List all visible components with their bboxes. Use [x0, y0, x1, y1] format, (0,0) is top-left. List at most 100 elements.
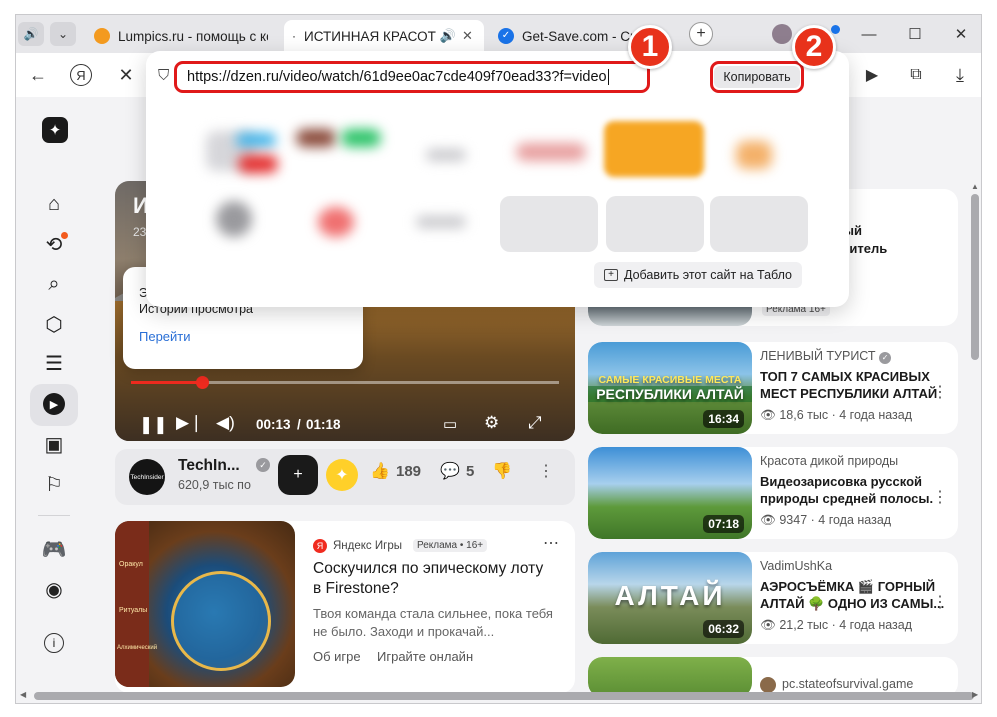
video-nav-icon[interactable]: ▶	[43, 393, 65, 415]
ad-desc: Твоя команда стала сильнее, пока тебя не…	[313, 606, 553, 639]
copy-button[interactable]: Копировать	[714, 66, 800, 88]
like-icon[interactable]: 👍	[370, 461, 390, 481]
ad-badge: Реклама • 16+	[413, 539, 488, 552]
rec-title[interactable]: АЭРОСЪЁМКА 🎬 ГОРНЫЙ АЛТАЙ 🌳 ОДНО ИЗ САМЫ…	[760, 578, 958, 612]
vertical-scrollbar[interactable]	[971, 194, 979, 360]
info-icon[interactable]: i	[44, 633, 64, 653]
url-text[interactable]: https://dzen.ru/video/watch/61d9ee0ac7cd…	[187, 69, 607, 85]
yandex-logo-icon[interactable]: Я	[70, 64, 92, 86]
subscriptions-dot	[61, 232, 68, 239]
speaker-icon[interactable]: 🔊	[440, 28, 456, 44]
rec-channel: ЛЕНИВЫЙ ТУРИСТ ✓	[760, 349, 892, 364]
step-badge-1: 1	[628, 25, 672, 69]
rec-card[interactable]: САМЫЕ КРАСИВЫЕ МЕСТА РЕСПУБЛИКИ АЛТАЙ 16…	[588, 342, 958, 434]
scroll-up-icon[interactable]: ▲	[971, 182, 979, 191]
settings-gear-icon[interactable]: ⚙	[484, 413, 499, 433]
home-icon[interactable]: ⌂	[42, 192, 66, 216]
dzen-logo-icon[interactable]: ✦	[42, 117, 68, 143]
rec-title[interactable]: ТОП 7 САМЫХ КРАСИВЫХ МЕСТ РЕСПУБЛИКИ АЛТ…	[760, 368, 958, 402]
shield-icon[interactable]: ⛉	[158, 67, 169, 84]
new-tab-plus-icon[interactable]: +	[689, 22, 713, 46]
yandex-games-icon: Я	[313, 539, 327, 553]
rec-card[interactable]: 07:18 Красота дикой природы Видеозарисов…	[588, 447, 958, 539]
rec-meta: 👁 18,6 тыс · 4 года назад	[760, 408, 913, 422]
dislike-icon[interactable]: 👎	[492, 461, 512, 481]
video-play-icon[interactable]: ▶	[860, 63, 884, 87]
rec-more-icon[interactable]: ⋮	[932, 382, 948, 402]
rec-title[interactable]: Видеозарисовка русской природы средней п…	[760, 473, 958, 507]
tab-lumpics[interactable]: Lumpics.ru - помощь с ком	[86, 20, 276, 52]
extensions-icon[interactable]: ⧉	[904, 63, 928, 87]
rec-views: 18,6 тыс	[779, 408, 829, 422]
tab-audio-button[interactable]: 🔊	[18, 22, 44, 46]
rec-thumbnail: САМЫЕ КРАСИВЫЕ МЕСТА РЕСПУБЛИКИ АЛТАЙ 16…	[588, 342, 752, 434]
close-window-icon[interactable]: ✕	[938, 15, 981, 53]
ad-card[interactable]: Оракул Ритуалы Алхимический Я Яндекс Игр…	[115, 521, 575, 693]
loading-icon: ·	[292, 29, 296, 43]
ad-thumb-sidebar	[115, 521, 149, 687]
next-icon[interactable]: ▶❘	[176, 413, 203, 433]
empty-tile[interactable]	[606, 196, 704, 252]
add-site-button[interactable]: + Добавить этот сайт на Табло	[594, 262, 802, 288]
tab-active-video[interactable]: · ИСТИННАЯ КРАСОТ 🔊 ✕	[284, 20, 484, 52]
fullscreen-icon[interactable]: ⤢	[528, 413, 542, 433]
rec-meta: 👁 9347 · 4 года назад	[760, 513, 892, 527]
comments-icon[interactable]: 💬	[440, 461, 460, 481]
download-icon[interactable]: ⤓	[948, 63, 972, 87]
ad-source: Яндекс Игры	[333, 540, 402, 552]
horizontal-scrollbar[interactable]	[34, 692, 974, 700]
games-icon[interactable]: 🎮	[42, 537, 67, 561]
subtitles-icon[interactable]: ▭	[443, 415, 457, 433]
articles-icon[interactable]: ☰	[42, 351, 66, 375]
search-icon[interactable]: ⌕	[42, 272, 66, 296]
rec-card[interactable]: pc.stateofsurvival.game	[588, 657, 958, 697]
maximize-icon[interactable]: ☐	[892, 15, 938, 53]
blurred-tile	[341, 129, 381, 147]
toast-link[interactable]: Перейти	[139, 329, 191, 344]
volume-icon[interactable]: ◀)	[216, 413, 235, 433]
subscribe-button[interactable]: +	[278, 455, 318, 495]
thumb-caption: РЕСПУБЛИКИ АЛТАЙ	[588, 386, 752, 402]
ad-title[interactable]: Соскучился по эпическому лоту в Fireston…	[313, 559, 553, 599]
blurred-tile	[516, 143, 586, 161]
video-progress-bar[interactable]	[131, 376, 559, 389]
blurred-tile	[426, 149, 466, 161]
star-icon[interactable]: ✦	[326, 459, 358, 491]
more-icon[interactable]: ⋮	[538, 461, 554, 481]
close-tab-icon[interactable]: ✕	[462, 28, 473, 44]
profile-avatar[interactable]	[772, 24, 792, 44]
minimize-icon[interactable]: —	[846, 15, 892, 53]
tab-list-chevron-icon[interactable]: ⌄	[50, 22, 76, 46]
ad-wheel	[171, 571, 271, 671]
kids-icon[interactable]: ◉	[42, 577, 66, 601]
empty-tile[interactable]	[500, 196, 598, 252]
address-bar[interactable]: https://dzen.ru/video/watch/61d9ee0ac7cd…	[174, 61, 650, 93]
thumb-caption: АЛТАЙ	[614, 580, 726, 611]
channel-avatar[interactable]: TechInsider	[129, 459, 165, 495]
ad-link-play[interactable]: Играйте онлайн	[377, 649, 473, 664]
ad-link-about[interactable]: Об игре	[313, 649, 361, 664]
rec-more-icon[interactable]: ⋮	[932, 487, 948, 507]
thumb-caption: САМЫЕ КРАСИВЫЕ МЕСТА	[598, 374, 742, 386]
views-eye-icon: 👁	[760, 618, 776, 632]
stop-close-icon[interactable]: ✕	[114, 63, 138, 87]
rec-channel-name: Красота дикой природы	[760, 454, 899, 468]
tab-getsave[interactable]: ✓ Get-Save.com - Ска	[490, 20, 650, 52]
back-arrow-icon[interactable]: ←	[26, 63, 50, 87]
ad-more-icon[interactable]: ⋯	[543, 533, 559, 553]
notification-dot	[831, 25, 840, 34]
scroll-left-icon[interactable]: ◀	[20, 690, 26, 699]
channel-name[interactable]: TechIn...	[178, 457, 240, 475]
clips-icon[interactable]: ⬡	[42, 312, 66, 336]
tab-title: ИСТИННАЯ КРАСОТ	[304, 28, 436, 44]
progress-knob[interactable]	[195, 376, 209, 389]
empty-tile[interactable]	[710, 196, 808, 252]
shorts-icon[interactable]: ▣	[42, 432, 66, 456]
rec-channel-name: pc.stateofsurvival.game	[782, 677, 914, 691]
rec-views: 9347	[779, 513, 808, 527]
scroll-right-icon[interactable]: ▶	[972, 690, 978, 699]
rec-card[interactable]: АЛТАЙ 06:32 VadimUshKa АЭРОСЪЁМКА 🎬 ГОРН…	[588, 552, 958, 644]
rec-more-icon[interactable]: ⋮	[932, 592, 948, 612]
bookmarks-nav-icon[interactable]: ⚐	[42, 472, 66, 496]
pause-icon[interactable]: ❚❚	[139, 415, 168, 435]
